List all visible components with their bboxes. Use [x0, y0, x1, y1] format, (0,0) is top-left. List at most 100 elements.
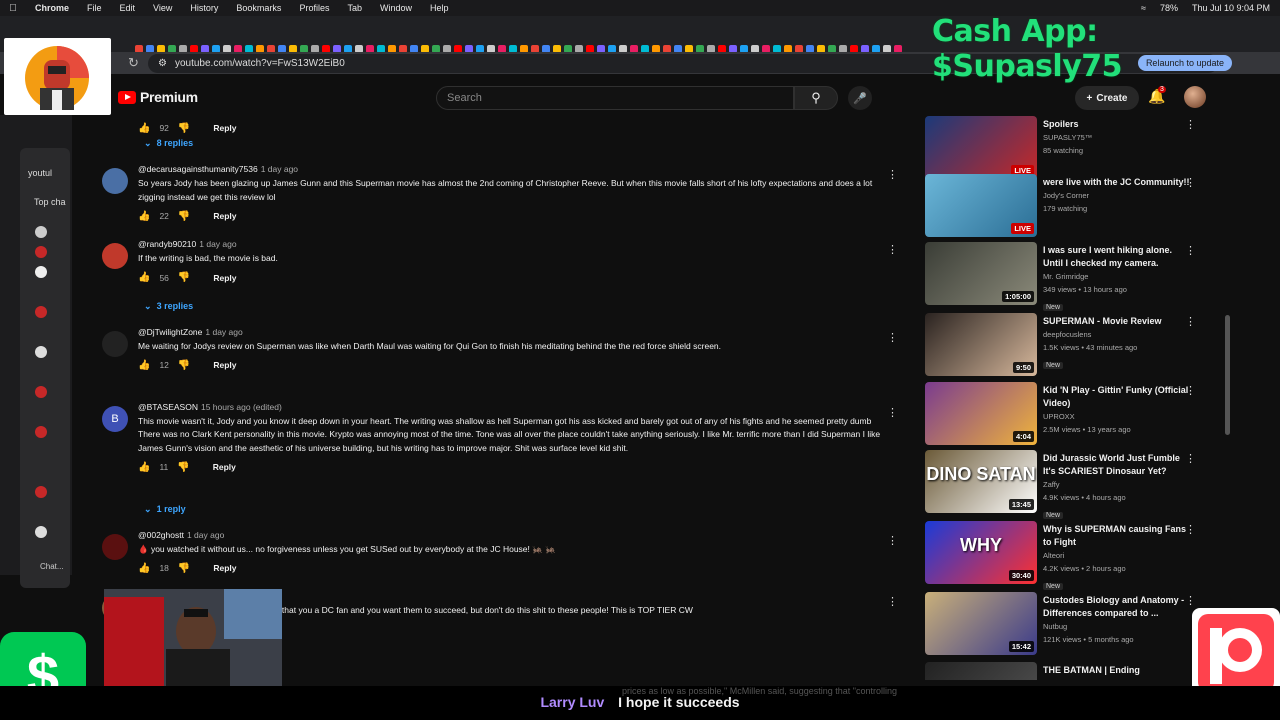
more-options-icon[interactable]: ⋮ [1185, 176, 1196, 189]
chat-input[interactable]: Chat... [40, 562, 64, 571]
replies-label[interactable]: 3 replies [157, 301, 194, 311]
popup-avatar[interactable] [35, 386, 47, 398]
account-avatar[interactable] [1184, 86, 1206, 108]
comment-time[interactable]: 15 hours ago (edited) [201, 402, 282, 412]
more-options-icon[interactable]: ⋮ [887, 168, 898, 181]
menu-window[interactable]: Window [371, 3, 421, 13]
menu-tab[interactable]: Tab [338, 3, 371, 13]
wifi-icon[interactable]: ≈ [1141, 3, 1146, 13]
like-icon[interactable]: 👍 [138, 123, 150, 134]
related-video-item[interactable]: DINO SATAN 13:45 Did Jurassic World Just F… [925, 450, 1215, 519]
comment-author[interactable]: @DjTwilightZone [138, 327, 202, 337]
video-channel[interactable]: deepfocuslens [1043, 328, 1193, 341]
scrollbar-thumb[interactable] [1225, 315, 1230, 435]
more-options-icon[interactable]: ⋮ [887, 595, 898, 608]
related-video-item[interactable]: 9:50 SUPERMAN - Movie Review deepfocuslens… [925, 313, 1215, 377]
comment-time[interactable]: 1 day ago [187, 530, 224, 540]
video-title[interactable]: Why is SUPERMAN causing Fans to Fight [1043, 523, 1193, 549]
video-channel[interactable]: UPROXX [1043, 410, 1193, 423]
reload-icon[interactable]: ↻ [128, 55, 139, 71]
video-channel[interactable]: Nutbug [1043, 620, 1193, 633]
like-icon[interactable]: 👍 [138, 211, 150, 222]
video-thumbnail[interactable] [925, 662, 1037, 680]
reply-button[interactable]: Reply [213, 462, 236, 472]
battery-percent[interactable]: 78% [1160, 3, 1178, 13]
popup-avatar[interactable] [35, 486, 47, 498]
search-input[interactable]: Search [436, 86, 794, 110]
more-options-icon[interactable]: ⋮ [887, 406, 898, 419]
youtube-logo[interactable]: Premium [118, 89, 198, 105]
more-options-icon[interactable]: ⋮ [887, 331, 898, 344]
like-icon[interactable]: 👍 [138, 462, 150, 473]
popup-avatar[interactable] [35, 426, 47, 438]
video-thumbnail[interactable]: LIVE [925, 116, 1037, 179]
popup-avatar[interactable] [35, 526, 47, 538]
menu-view[interactable]: View [144, 3, 181, 13]
url-text[interactable]: youtube.com/watch?v=FwS13W2EiB0 [175, 58, 345, 69]
related-video-item[interactable]: LIVE Spoilers SUPASLY75™ 85 watching ⋮ [925, 116, 1215, 180]
site-info-icon[interactable]: ⚙ [158, 58, 167, 69]
more-options-icon[interactable]: ⋮ [1185, 315, 1196, 328]
commenter-avatar[interactable] [102, 243, 128, 269]
popup-avatar[interactable] [35, 266, 47, 278]
create-button[interactable]: + Create [1075, 86, 1139, 110]
dislike-icon[interactable]: 👎 [177, 462, 189, 473]
reply-button[interactable]: Reply [213, 123, 236, 133]
side-popup-window[interactable]: youtul Top cha Chat... [20, 148, 70, 588]
more-options-icon[interactable]: ⋮ [1185, 244, 1196, 257]
video-title[interactable]: Kid 'N Play - Gittin' Funky (Official Vi… [1043, 384, 1193, 410]
replies-label[interactable]: 8 replies [157, 138, 194, 148]
reply-button[interactable]: Reply [213, 273, 236, 283]
video-title[interactable]: Spoilers [1043, 118, 1193, 131]
related-video-item[interactable]: 4:04 Kid 'N Play - Gittin' Funky (Officia… [925, 382, 1215, 446]
popup-avatar[interactable] [35, 226, 47, 238]
related-video-item[interactable]: WHY 30:40 Why is SUPERMAN causing Fans to … [925, 521, 1215, 590]
dislike-icon[interactable]: 👎 [178, 123, 190, 134]
dislike-icon[interactable]: 👎 [178, 211, 190, 222]
like-icon[interactable]: 👍 [138, 360, 150, 371]
comment-time[interactable]: 1 day ago [261, 164, 298, 174]
popup-avatar[interactable] [35, 346, 47, 358]
related-video-item[interactable]: 1:05:00 I was sure I went hiking alone. U… [925, 242, 1215, 311]
related-video-item[interactable]: THE BATMAN | Ending [925, 662, 1215, 680]
apple-icon[interactable]:  [0, 3, 26, 14]
more-options-icon[interactable]: ⋮ [887, 534, 898, 547]
comment-author[interactable]: @randyb90210 [138, 239, 196, 249]
related-video-item[interactable]: LIVE were live with the JC Community!! Jod… [925, 174, 1215, 238]
reply-button[interactable]: Reply [213, 563, 236, 573]
dislike-icon[interactable]: 👎 [178, 360, 190, 371]
more-options-icon[interactable]: ⋮ [1185, 594, 1196, 607]
menu-edit[interactable]: Edit [111, 3, 145, 13]
video-title[interactable]: were live with the JC Community!! [1043, 176, 1193, 189]
more-options-icon[interactable]: ⋮ [1185, 523, 1196, 536]
menu-app-name[interactable]: Chrome [26, 3, 78, 13]
comment-time[interactable]: 1 day ago [205, 327, 242, 337]
video-thumbnail[interactable]: 9:50 [925, 313, 1037, 376]
voice-search-button[interactable]: 🎤 [848, 86, 872, 110]
commenter-avatar[interactable]: B [102, 405, 128, 432]
menu-file[interactable]: File [78, 3, 111, 13]
reply-button[interactable]: Reply [213, 211, 236, 221]
video-title[interactable]: I was sure I went hiking alone. Until I … [1043, 244, 1193, 270]
more-options-icon[interactable]: ⋮ [887, 243, 898, 256]
menu-profiles[interactable]: Profiles [290, 3, 338, 13]
commenter-avatar[interactable] [102, 533, 128, 560]
comment-time[interactable]: 1 day ago [199, 239, 236, 249]
video-channel[interactable]: Zaffy [1043, 478, 1193, 491]
video-title[interactable]: Did Jurassic World Just Fumble It's SCAR… [1043, 452, 1193, 478]
related-video-item[interactable]: 15:42 Custodes Biology and Anatomy - Diff… [925, 592, 1215, 656]
video-thumbnail[interactable]: 1:05:00 [925, 242, 1037, 305]
video-title[interactable]: Custodes Biology and Anatomy - Differenc… [1043, 594, 1193, 620]
video-title[interactable]: THE BATMAN | Ending [1043, 664, 1193, 677]
like-icon[interactable]: 👍 [138, 272, 150, 283]
comment-author[interactable]: @BTASEASON [138, 402, 198, 412]
video-thumbnail[interactable]: LIVE [925, 174, 1037, 237]
menu-history[interactable]: History [181, 3, 227, 13]
more-options-icon[interactable]: ⋮ [1185, 452, 1196, 465]
comment-author[interactable]: @002ghostt [138, 530, 184, 540]
video-channel[interactable]: Alteori [1043, 549, 1193, 562]
search-button[interactable]: ⚲ [794, 86, 838, 110]
commenter-avatar[interactable] [102, 330, 128, 357]
popup-avatar[interactable] [35, 306, 47, 318]
video-channel[interactable]: Jody's Corner [1043, 189, 1193, 202]
